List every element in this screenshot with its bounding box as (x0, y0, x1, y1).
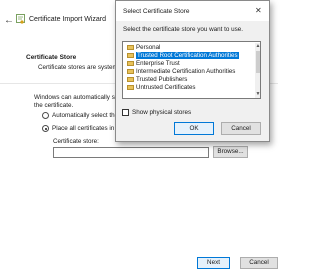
list-item-label: Intermediate Certification Authorities (136, 68, 236, 75)
list-scrollbar[interactable]: ▲ ▼ (255, 43, 260, 98)
dialog-cancel-button[interactable]: Cancel (221, 122, 261, 135)
folder-icon (127, 68, 134, 74)
list-item[interactable]: Untrusted Certificates (127, 84, 196, 91)
show-physical-stores-label[interactable]: Show physical stores (132, 109, 191, 116)
show-physical-stores-checkbox[interactable] (122, 109, 129, 116)
list-item[interactable]: Personal (127, 44, 160, 51)
list-item-label: Enterprise Trust (136, 60, 180, 67)
dialog-title: Select Certificate Store (123, 8, 190, 15)
list-item-label: Trusted Root Certification Authorities (136, 52, 239, 59)
list-item[interactable]: Intermediate Certification Authorities (127, 68, 235, 75)
list-item[interactable]: Trusted Publishers (127, 76, 187, 83)
folder-icon (127, 52, 134, 58)
folder-icon (127, 76, 134, 82)
auto-select-text-line2: the certificate. (34, 102, 74, 109)
browse-button[interactable]: Browse... (213, 146, 248, 158)
certificate-store-input[interactable] (53, 147, 209, 158)
ok-button[interactable]: OK (174, 122, 214, 135)
wizard-cancel-button[interactable]: Cancel (240, 257, 278, 269)
radio-place-all-label[interactable]: Place all certificates in the (52, 125, 125, 132)
folder-icon (127, 84, 134, 90)
folder-icon (127, 60, 134, 66)
list-item[interactable]: Trusted Root Certification Authorities (127, 52, 239, 59)
scroll-thumb[interactable] (256, 51, 260, 73)
section-title: Certificate Store (26, 54, 77, 61)
dialog-instruction: Select the certificate store you want to… (123, 26, 244, 33)
list-item-label: Personal (136, 44, 161, 51)
certificate-store-list[interactable]: Personal Trusted Root Certification Auth… (122, 41, 261, 99)
close-icon[interactable]: ✕ (255, 6, 262, 15)
radio-auto-select-label[interactable]: Automatically select the c (52, 112, 123, 119)
folder-icon (127, 44, 134, 50)
chevron-up-icon[interactable]: ▲ (255, 43, 260, 49)
wizard-title: Certificate Import Wizard (29, 16, 107, 23)
certificate-store-label: Certificate store: (53, 138, 99, 145)
list-item[interactable]: Enterprise Trust (127, 60, 180, 67)
certificate-icon (16, 14, 25, 24)
radio-place-all[interactable] (42, 125, 49, 132)
back-arrow-icon[interactable]: ← (4, 15, 14, 26)
list-item-label: Trusted Publishers (136, 76, 188, 83)
select-certificate-store-dialog: Select Certificate Store ✕ Select the ce… (115, 0, 270, 142)
next-button[interactable]: Next (197, 257, 230, 269)
auto-select-text-line1: Windows can automatically selec (34, 94, 127, 101)
radio-auto-select[interactable] (42, 112, 49, 119)
list-item-label: Untrusted Certificates (136, 84, 196, 91)
chevron-down-icon[interactable]: ▼ (255, 91, 260, 97)
